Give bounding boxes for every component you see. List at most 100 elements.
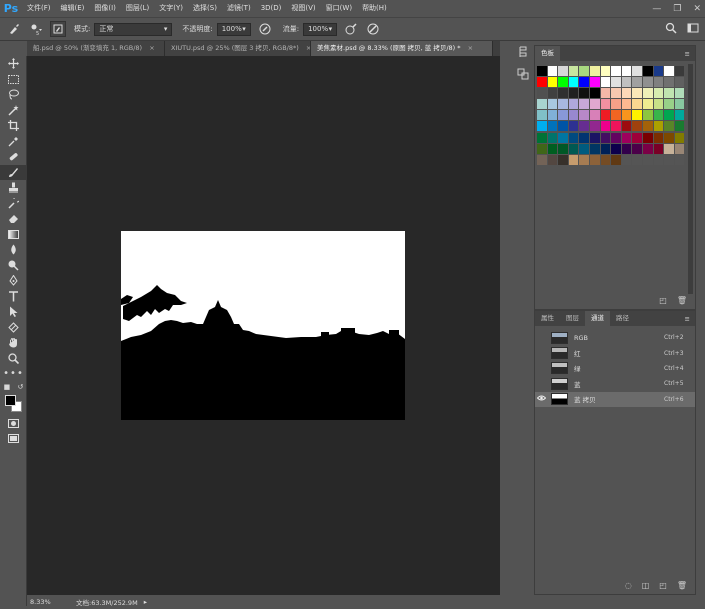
color-swatch[interactable] [589, 99, 600, 110]
color-swatch[interactable] [664, 132, 674, 143]
color-swatch[interactable] [642, 77, 653, 88]
menu-type[interactable]: 文字(Y) [154, 0, 188, 17]
color-swatch[interactable] [632, 77, 642, 88]
gradient-tool-icon[interactable] [0, 227, 27, 243]
menu-layer[interactable]: 图层(L) [121, 0, 154, 17]
color-swatch[interactable] [611, 143, 621, 154]
color-swatch[interactable] [579, 132, 589, 143]
close-button[interactable]: ✕ [693, 4, 701, 14]
close-icon[interactable]: × [149, 44, 154, 52]
color-swatch[interactable] [558, 88, 568, 99]
screen-mode-icon[interactable] [0, 431, 27, 447]
custom-shape-tool-icon[interactable] [0, 320, 27, 336]
color-swatch[interactable] [653, 77, 664, 88]
color-swatch[interactable] [558, 143, 568, 154]
lasso-tool-icon[interactable] [0, 87, 27, 103]
healing-brush-tool-icon[interactable] [0, 149, 27, 165]
swatches-scrollbar[interactable] [688, 64, 693, 294]
trash-icon[interactable]: 🗑 [677, 581, 687, 590]
history-brush-tool-icon[interactable] [0, 196, 27, 212]
color-swatch[interactable] [600, 110, 611, 121]
more-tools-icon[interactable]: ••• [0, 366, 27, 382]
mode-select[interactable]: 正常 ▾ [94, 22, 173, 36]
eyedropper-tool-icon[interactable] [0, 134, 27, 150]
zoom-tool-icon[interactable] [0, 351, 27, 367]
color-swatch[interactable] [664, 121, 674, 132]
color-swatch[interactable] [674, 99, 685, 110]
color-swatch[interactable] [537, 143, 547, 154]
menu-edit[interactable]: 编辑(E) [56, 0, 90, 17]
color-swatch[interactable] [547, 77, 558, 88]
color-swatch[interactable] [579, 110, 589, 121]
menu-window[interactable]: 窗口(W) [321, 0, 357, 17]
color-swatch[interactable] [621, 132, 632, 143]
color-swatch[interactable] [558, 77, 568, 88]
color-swatch[interactable] [537, 110, 547, 121]
move-tool-icon[interactable] [0, 56, 27, 72]
color-swatch[interactable] [653, 66, 664, 76]
color-swatch[interactable] [568, 143, 579, 154]
new-channel-icon[interactable]: ◰ [659, 581, 667, 590]
tab-document-3[interactable]: 美焦素材.psd @ 8.33% (原图 拷贝, 蓝 拷贝/8) * × [311, 41, 493, 56]
color-swatch[interactable] [664, 88, 674, 99]
color-swatch[interactable] [547, 99, 558, 110]
color-swatch[interactable] [664, 77, 674, 88]
color-swatch[interactable] [632, 143, 642, 154]
opacity-input[interactable]: 100% ▾ [216, 22, 251, 36]
new-swatch-icon[interactable]: ◰ [659, 296, 667, 305]
dodge-tool-icon[interactable] [0, 258, 27, 274]
pressure-size-icon[interactable] [365, 21, 381, 37]
color-swatch[interactable] [579, 143, 589, 154]
color-swatch[interactable] [674, 143, 685, 154]
color-swatch[interactable] [621, 154, 632, 165]
tab-swatches[interactable]: 色板 [535, 46, 560, 61]
channel-row-rgb[interactable]: RGB Ctrl+2 [535, 330, 695, 345]
color-swatch[interactable] [642, 88, 653, 99]
zoom-level[interactable]: 8.33% [30, 598, 76, 606]
tab-layers[interactable]: 图层 [560, 311, 585, 326]
color-swatch[interactable] [579, 66, 589, 76]
channel-row-red[interactable]: 红 Ctrl+3 [535, 345, 695, 360]
minimize-button[interactable]: — [652, 4, 661, 14]
brush-size-picker-icon[interactable]: 5 [28, 21, 44, 37]
color-swatch[interactable] [589, 88, 600, 99]
color-swatch[interactable] [632, 132, 642, 143]
type-tool-icon[interactable] [0, 289, 27, 305]
color-swatch[interactable] [611, 110, 621, 121]
color-swatch[interactable] [537, 132, 547, 143]
brush-tool-icon[interactable] [0, 164, 27, 180]
menu-image[interactable]: 图像(I) [89, 0, 121, 17]
tab-channels[interactable]: 通道 [585, 311, 610, 326]
color-swatch[interactable] [537, 77, 547, 88]
color-swatch[interactable] [632, 110, 642, 121]
color-swatch[interactable] [568, 110, 579, 121]
color-picker-swatches[interactable] [0, 392, 27, 416]
color-swatch[interactable] [579, 88, 589, 99]
color-swatch[interactable] [674, 121, 685, 132]
color-swatch[interactable] [642, 66, 653, 76]
color-swatch[interactable] [537, 66, 547, 76]
color-swatch[interactable] [568, 88, 579, 99]
color-swatch[interactable] [558, 66, 568, 76]
clone-stamp-tool-icon[interactable] [0, 180, 27, 196]
color-swatch[interactable] [600, 99, 611, 110]
color-swatch[interactable] [568, 99, 579, 110]
color-swatch[interactable] [653, 143, 664, 154]
restore-button[interactable]: ❐ [673, 4, 681, 14]
color-swatch[interactable] [558, 121, 568, 132]
color-swatch[interactable] [568, 77, 579, 88]
color-swatch[interactable] [632, 66, 642, 76]
color-swatch[interactable] [621, 143, 632, 154]
color-swatch[interactable] [674, 132, 685, 143]
color-swatch[interactable] [579, 121, 589, 132]
channel-row-blue[interactable]: 蓝 Ctrl+5 [535, 376, 695, 391]
color-swatch[interactable] [589, 110, 600, 121]
color-swatch[interactable] [600, 66, 611, 76]
color-swatch[interactable] [558, 110, 568, 121]
color-swatch[interactable] [642, 99, 653, 110]
menu-filter[interactable]: 滤镜(T) [222, 0, 256, 17]
color-swatch[interactable] [632, 88, 642, 99]
color-swatch[interactable] [621, 110, 632, 121]
document-canvas-area[interactable] [27, 56, 500, 595]
color-swatch[interactable] [579, 77, 589, 88]
